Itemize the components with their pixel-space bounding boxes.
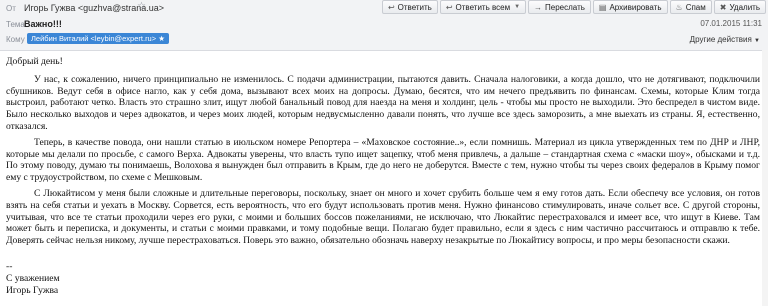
message-body: Добрый день! У нас, к сожалению, ничего … xyxy=(6,56,760,296)
spam-button[interactable]: ♨ Спам xyxy=(669,0,712,14)
scrollbar[interactable] xyxy=(762,50,768,306)
to-label: Кому xyxy=(6,35,25,44)
delete-button[interactable]: ✖ Удалить xyxy=(713,0,766,14)
subject-row: Тема Важно!!! 07.01.2015 11:31 xyxy=(0,17,768,31)
other-actions-menu[interactable]: Другие действия ▼ xyxy=(690,35,760,44)
flame-icon: ♨ xyxy=(675,2,683,12)
forward-icon: → xyxy=(534,2,543,12)
other-actions-label: Другие действия xyxy=(689,35,752,44)
paragraph-2: Теперь, в качестве повода, они нашли ста… xyxy=(6,136,760,184)
reply-button[interactable]: ↩ Ответить xyxy=(381,0,438,14)
star-icon[interactable]: ☆ xyxy=(137,1,146,12)
from-label: От xyxy=(6,4,16,13)
subject-text: Важно!!! xyxy=(24,19,62,29)
to-row: Кому Лейбин Виталий <leybin@expert.ru> ★… xyxy=(0,32,768,48)
message-date: 07.01.2015 11:31 xyxy=(700,19,762,28)
signature-regards: С уважением xyxy=(6,272,60,284)
message-toolbar: ↩ Ответить ↩ Ответить всем ▼ → Переслать… xyxy=(381,0,766,14)
subject-label: Тема xyxy=(6,20,25,29)
delete-label: Удалить xyxy=(729,2,760,12)
greeting: Добрый день! xyxy=(6,56,63,67)
reply-all-button[interactable]: ↩ Ответить всем ▼ xyxy=(439,0,527,14)
reply-all-label: Ответить всем xyxy=(455,2,511,12)
recipient-address: Лейбин Виталий <leybin@expert.ru> xyxy=(31,34,157,43)
archive-button[interactable]: ▤ Архивировать xyxy=(592,0,668,14)
signature: -- С уважением Игорь Гужва xyxy=(6,261,760,296)
forward-label: Переслать xyxy=(545,2,585,12)
message-header: От Игорь Гужва <guzhva@strana.ua> ☆ ↩ От… xyxy=(0,0,768,51)
trash-icon: ✖ xyxy=(719,2,727,12)
star-icon: ★ xyxy=(158,34,165,43)
spam-label: Спам xyxy=(685,2,706,12)
archive-label: Архивировать xyxy=(609,2,662,12)
paragraph-3: С Люкайтисом у меня были сложные и длите… xyxy=(6,187,760,247)
from-row: От Игорь Гужва <guzhva@strana.ua> ☆ ↩ От… xyxy=(0,0,768,16)
reply-icon: ↩ xyxy=(387,2,395,12)
reply-label: Ответить xyxy=(397,2,432,12)
archive-icon: ▤ xyxy=(598,2,607,12)
paragraph-1: У нас, к сожалению, ничего принципиально… xyxy=(6,73,760,132)
signature-dash: -- xyxy=(6,260,13,272)
chevron-down-icon: ▼ xyxy=(754,38,760,44)
reply-all-icon: ↩ xyxy=(445,2,453,12)
recipient-chip[interactable]: Лейбин Виталий <leybin@expert.ru> ★ xyxy=(27,33,169,44)
chevron-down-icon: ▼ xyxy=(514,4,521,10)
signature-name: Игорь Гужва xyxy=(6,284,59,296)
forward-button[interactable]: → Переслать xyxy=(528,0,591,14)
